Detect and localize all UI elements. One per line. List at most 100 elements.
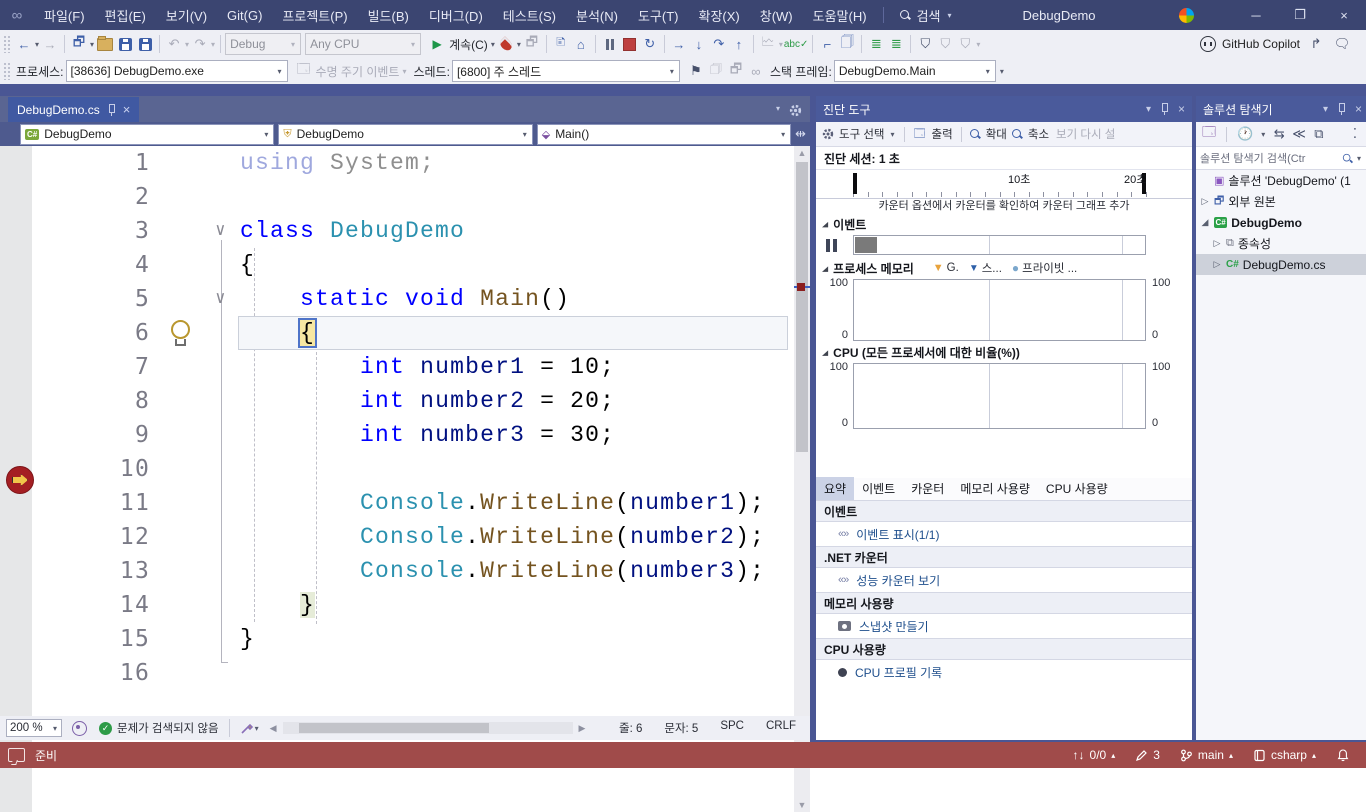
pin-icon[interactable] xyxy=(1337,103,1346,115)
code-line[interactable]: 13 Console.WriteLine(number3); xyxy=(32,554,794,588)
chevron-down-icon[interactable]: ▾ xyxy=(211,40,215,49)
undo-button[interactable]: ↶ xyxy=(164,33,184,55)
pin-icon[interactable] xyxy=(1160,103,1169,115)
zoom-in-button[interactable]: 확대 xyxy=(986,126,1007,142)
code-line[interactable]: 16 xyxy=(32,656,794,690)
bell-icon[interactable] xyxy=(1336,748,1350,762)
toolbar-grip[interactable] xyxy=(3,62,11,80)
code-line[interactable]: 9 int number3 = 30; xyxy=(32,418,794,452)
toolbar-overflow-icon[interactable]: ▾ xyxy=(1000,67,1004,76)
save-button[interactable] xyxy=(115,33,135,55)
break-all-button[interactable] xyxy=(600,33,620,55)
new-project-button[interactable]: 🗗 xyxy=(69,33,89,55)
diagnostics-title-bar[interactable]: 진단 도구 ▾ × xyxy=(816,96,1192,122)
navigate-backward-editor-button[interactable]: ⌐ xyxy=(817,33,837,55)
chevron-down-icon[interactable]: ▾ xyxy=(491,40,495,49)
tree-item-2[interactable]: ◢C#DebugDemo xyxy=(1196,212,1366,233)
breakpoint-margin[interactable] xyxy=(0,146,32,812)
code-line[interactable]: 14 } xyxy=(32,588,794,622)
solution-search-box[interactable]: 솔루션 탐색기 검색(Ctr ▾ xyxy=(1196,147,1366,170)
window-position-icon[interactable]: ▾ xyxy=(1323,104,1328,115)
fold-collapse-icon[interactable]: ∨ xyxy=(204,282,238,314)
lifecycle-events-label[interactable]: 수명 주기 이벤트 xyxy=(316,63,400,80)
chevron-down-icon[interactable]: ▾ xyxy=(35,40,39,49)
step-over-button[interactable]: ↷ xyxy=(709,33,729,55)
continue-icon[interactable]: ▶ xyxy=(427,33,447,55)
properties-icon[interactable]: ⧉ xyxy=(1313,123,1325,145)
output-button[interactable]: 출력 xyxy=(932,126,953,142)
chevron-down-icon[interactable]: ▾ xyxy=(1261,130,1265,139)
diag-tab-4[interactable]: CPU 사용량 xyxy=(1038,477,1116,500)
minimize-button[interactable]: ─ xyxy=(1234,0,1278,30)
menu-item-4[interactable]: 프로젝트(P) xyxy=(272,0,357,30)
menu-item-8[interactable]: 분석(N) xyxy=(566,0,628,30)
menu-item-12[interactable]: 도움말(H) xyxy=(803,0,877,30)
expander-icon[interactable]: ▷ xyxy=(1212,238,1222,249)
stack-frame-dropdown[interactable]: DebugDemo.Main▾ xyxy=(834,60,996,82)
summary-link-2[interactable]: 스냅샷 만들기 xyxy=(816,614,1192,638)
code-line[interactable]: 6 { xyxy=(32,316,794,350)
code-line[interactable]: 3∨class DebugDemo xyxy=(32,214,794,248)
pending-changes-filter-icon[interactable]: 🕐 xyxy=(1237,123,1253,145)
current-statement-breakpoint-icon[interactable] xyxy=(6,466,34,494)
chevron-down-icon[interactable]: ▾ xyxy=(976,40,980,49)
reset-view-button[interactable]: 보기 다시 설 xyxy=(1056,126,1115,142)
line-structure-button[interactable]: 🗍 xyxy=(837,33,857,55)
menu-item-7[interactable]: 테스트(S) xyxy=(493,0,566,30)
flag-icon[interactable]: ⚑ xyxy=(686,60,706,82)
editor-horizontal-scrollbar[interactable] xyxy=(283,722,573,734)
editor-vertical-scrollbar[interactable]: ▲ ▼ xyxy=(794,146,810,812)
health-status[interactable]: 문제가 검색되지 않음 xyxy=(117,720,219,736)
summary-link-1[interactable]: «»성능 카운터 보기 xyxy=(816,568,1192,592)
step-out-button[interactable]: ↑ xyxy=(729,33,749,55)
share-icon[interactable]: ↱ xyxy=(1306,33,1326,55)
menu-item-2[interactable]: 보기(V) xyxy=(156,0,217,30)
pending-edits-button[interactable]: 3 xyxy=(1135,748,1160,762)
tree-item-4[interactable]: ▷C#DebugDemo.cs xyxy=(1196,254,1366,275)
code-text-area[interactable]: 1using System;23∨class DebugDemo4{5∨ sta… xyxy=(32,146,794,812)
pin-icon[interactable] xyxy=(107,104,116,116)
bookmark-button[interactable]: ⛉ xyxy=(915,33,935,55)
collapse-all-icon[interactable]: ≪ xyxy=(1292,123,1306,145)
memory-section-header[interactable]: ◢ 프로세스 메모리 ▼G.▼스...●프라이빗 ... xyxy=(816,259,1192,277)
scroll-right-icon[interactable]: ▶ xyxy=(579,723,586,734)
events-section-header[interactable]: ◢ 이벤트 xyxy=(816,215,1192,233)
next-bookmark-button[interactable]: ⛉ xyxy=(955,33,975,55)
solution-config-dropdown[interactable]: Debug▾ xyxy=(225,33,301,55)
chevron-down-icon[interactable]: ▾ xyxy=(90,40,94,49)
tree-item-3[interactable]: ▷⧉종속성 xyxy=(1196,233,1366,254)
branch-button[interactable]: main ▴ xyxy=(1180,748,1233,762)
timeline-ruler[interactable]: 10초20초 xyxy=(816,170,1192,199)
events-track[interactable] xyxy=(853,235,1146,255)
code-line[interactable]: 2 xyxy=(32,180,794,214)
diag-tab-3[interactable]: 메모리 사용량 xyxy=(952,477,1038,500)
cpu-graph[interactable] xyxy=(853,363,1146,429)
switch-views-icon[interactable]: 🗔 xyxy=(1202,123,1216,145)
copilot-chat-icon[interactable]: 🗨 xyxy=(1332,33,1352,55)
redo-button[interactable]: ↷ xyxy=(190,33,210,55)
summary-link-3[interactable]: CPU 프로필 기록 xyxy=(816,660,1192,684)
cpu-section-header[interactable]: ◢ CPU (모든 프로세서에 대한 비율(%)) xyxy=(816,343,1192,361)
code-line[interactable]: 12 Console.WriteLine(number2); xyxy=(32,520,794,554)
navigate-back-button[interactable]: ← xyxy=(14,33,34,55)
diag-tab-0[interactable]: 요약 xyxy=(816,477,854,500)
nav-project-dropdown[interactable]: C# DebugDemo▾ xyxy=(20,124,274,145)
copilot-label[interactable]: GitHub Copilot xyxy=(1222,37,1300,51)
tree-item-1[interactable]: ▷🗗외부 원본 xyxy=(1196,191,1366,212)
step-into-button[interactable]: ↓ xyxy=(689,33,709,55)
sync-with-active-document-icon[interactable]: ⇆ xyxy=(1273,123,1285,145)
pause-events-icon[interactable] xyxy=(826,239,837,252)
chevron-down-icon[interactable]: ▾ xyxy=(185,40,189,49)
menu-item-10[interactable]: 확장(X) xyxy=(689,0,750,30)
show-cur-process-icon[interactable]: 🗗 xyxy=(726,60,746,82)
close-tab-icon[interactable]: × xyxy=(123,102,131,117)
thread-dropdown[interactable]: [6800] 주 스레드▾ xyxy=(452,60,680,82)
menu-item-0[interactable]: 파일(F) xyxy=(34,0,95,30)
platform-dropdown[interactable]: Any CPU▾ xyxy=(305,33,421,55)
select-tool-button[interactable]: 도구 선택 xyxy=(839,126,885,142)
lightbulb-icon[interactable] xyxy=(170,320,190,346)
code-cleanup-icon[interactable] xyxy=(240,721,254,735)
feedback-icon[interactable] xyxy=(1179,8,1194,23)
hot-reload-button[interactable] xyxy=(496,33,516,55)
spaces-indicator[interactable]: SPC xyxy=(720,720,744,736)
